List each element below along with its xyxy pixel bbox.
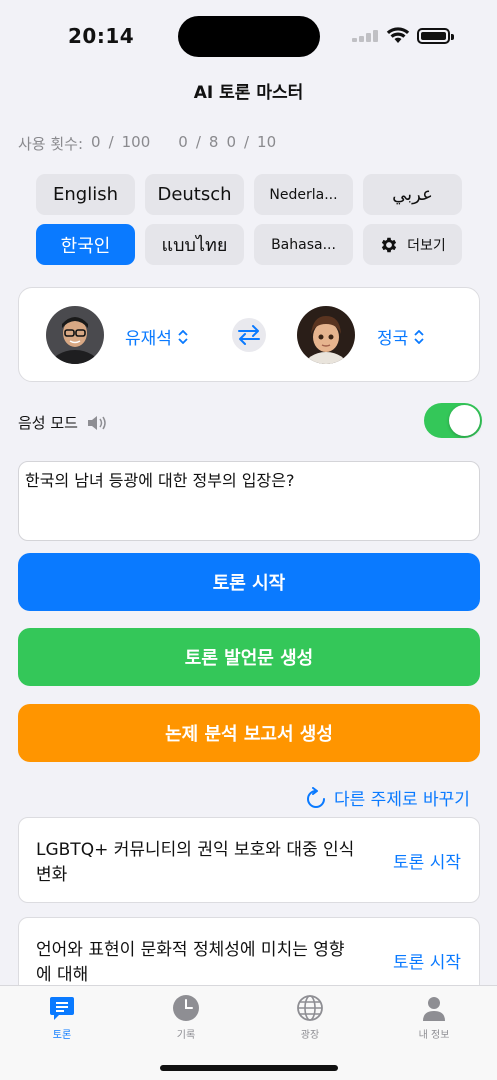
person-icon <box>423 997 445 1021</box>
lang-dutch-button[interactable]: Nederla... <box>254 174 353 215</box>
chevron-updown-icon <box>178 329 188 344</box>
avatar-right[interactable] <box>297 306 355 364</box>
home-indicator <box>160 1065 338 1071</box>
speaker-left-picker[interactable]: 유재석 <box>125 324 188 349</box>
topic-input[interactable]: 한국의 남녀 등광에 대한 정부의 입장은? <box>18 461 480 541</box>
suggested-topic-card: LGBTQ+ 커뮤니티의 권익 보호와 대중 인식 변화 토론 시작 <box>18 817 480 903</box>
tab-my-info-label: 내 정보 <box>418 1030 450 1041</box>
lang-bahasa-button[interactable]: Bahasa... <box>254 224 353 265</box>
tab-debate[interactable]: 토론 <box>22 994 102 1041</box>
lang-korean-button[interactable]: 한국인 <box>36 224 135 265</box>
signal-icon <box>352 30 382 42</box>
more-languages-button[interactable]: 더보기 <box>363 224 462 265</box>
swap-speakers-button[interactable] <box>232 318 266 352</box>
speaker-icon <box>87 415 106 430</box>
status-bar: 20:14 <box>0 0 497 72</box>
usage-count-1: 0 <box>91 133 101 151</box>
tab-history[interactable]: 기록 <box>146 994 226 1041</box>
usage-counter: 사용 횟수: 0 / 100 0 / 8 0 / 10 <box>18 133 276 154</box>
more-label: 더보기 <box>407 237 446 254</box>
gear-icon <box>382 237 397 252</box>
chat-bubble-icon <box>50 997 74 1020</box>
usage-separator-1: / <box>108 133 114 151</box>
wifi-icon <box>386 27 410 43</box>
suggested-topic-start-button[interactable]: 토론 시작 <box>393 848 461 873</box>
usage-label: 사용 횟수: <box>18 135 84 153</box>
usage-total-3: 10 <box>257 133 277 151</box>
usage-total-1: 100 <box>121 133 151 151</box>
usage-count-2: 0 <box>178 133 188 151</box>
start-debate-button[interactable]: 토론 시작 <box>18 553 480 611</box>
suggested-topic-text: LGBTQ+ 커뮤니티의 권익 보호와 대중 인식 변화 <box>36 840 355 885</box>
lang-arabic-button[interactable]: عربي <box>363 174 462 215</box>
globe-icon <box>297 995 323 1021</box>
refresh-icon <box>307 786 325 808</box>
voice-mode-row: 음성 모드 <box>18 412 110 433</box>
lang-deutsch-button[interactable]: Deutsch <box>145 174 244 215</box>
tab-history-label: 기록 <box>176 1030 196 1041</box>
page-title: AI 토론 마스터 <box>193 83 304 103</box>
speaker-right-picker[interactable]: 정국 <box>377 324 424 349</box>
voice-mode-toggle[interactable] <box>424 403 482 438</box>
usage-count-3: 0 <box>226 133 236 151</box>
dynamic-island <box>178 16 320 57</box>
usage-separator-2: / <box>195 133 201 151</box>
tab-my-info[interactable]: 내 정보 <box>394 994 474 1041</box>
usage-separator-3: / <box>243 133 250 151</box>
speaker-left-name: 유재석 <box>125 329 172 349</box>
generate-report-button[interactable]: 논제 분석 보고서 생성 <box>18 704 480 762</box>
tab-debate-label: 토론 <box>52 1030 72 1041</box>
clock-icon <box>173 995 199 1021</box>
generate-speech-button[interactable]: 토론 발언문 생성 <box>18 628 480 686</box>
language-selector: English Deutsch Nederla... عربي 한국인 แบบไ… <box>36 174 462 265</box>
chevron-updown-icon <box>414 329 424 344</box>
change-topic-link[interactable]: 다른 주제로 바꾸기 <box>306 785 470 810</box>
lang-thai-button[interactable]: แบบไทย <box>145 224 244 265</box>
suggested-topic-start-button[interactable]: 토론 시작 <box>393 948 461 973</box>
lang-english-button[interactable]: English <box>36 174 135 215</box>
change-topic-label: 다른 주제로 바꾸기 <box>334 790 470 810</box>
swap-arrows-icon <box>238 325 260 345</box>
avatar-left[interactable] <box>46 306 104 364</box>
speaker-right-name: 정국 <box>377 329 409 349</box>
tab-plaza-label: 광장 <box>300 1030 320 1041</box>
usage-total-2: 8 <box>208 133 219 151</box>
status-time: 20:14 <box>68 24 135 48</box>
battery-icon <box>417 28 454 44</box>
voice-mode-label: 음성 모드 <box>18 414 78 432</box>
tab-plaza[interactable]: 광장 <box>270 994 350 1041</box>
suggested-topic-text: 언어와 표현이 문화적 정체성에 미치는 영향에 대해 <box>36 940 345 985</box>
